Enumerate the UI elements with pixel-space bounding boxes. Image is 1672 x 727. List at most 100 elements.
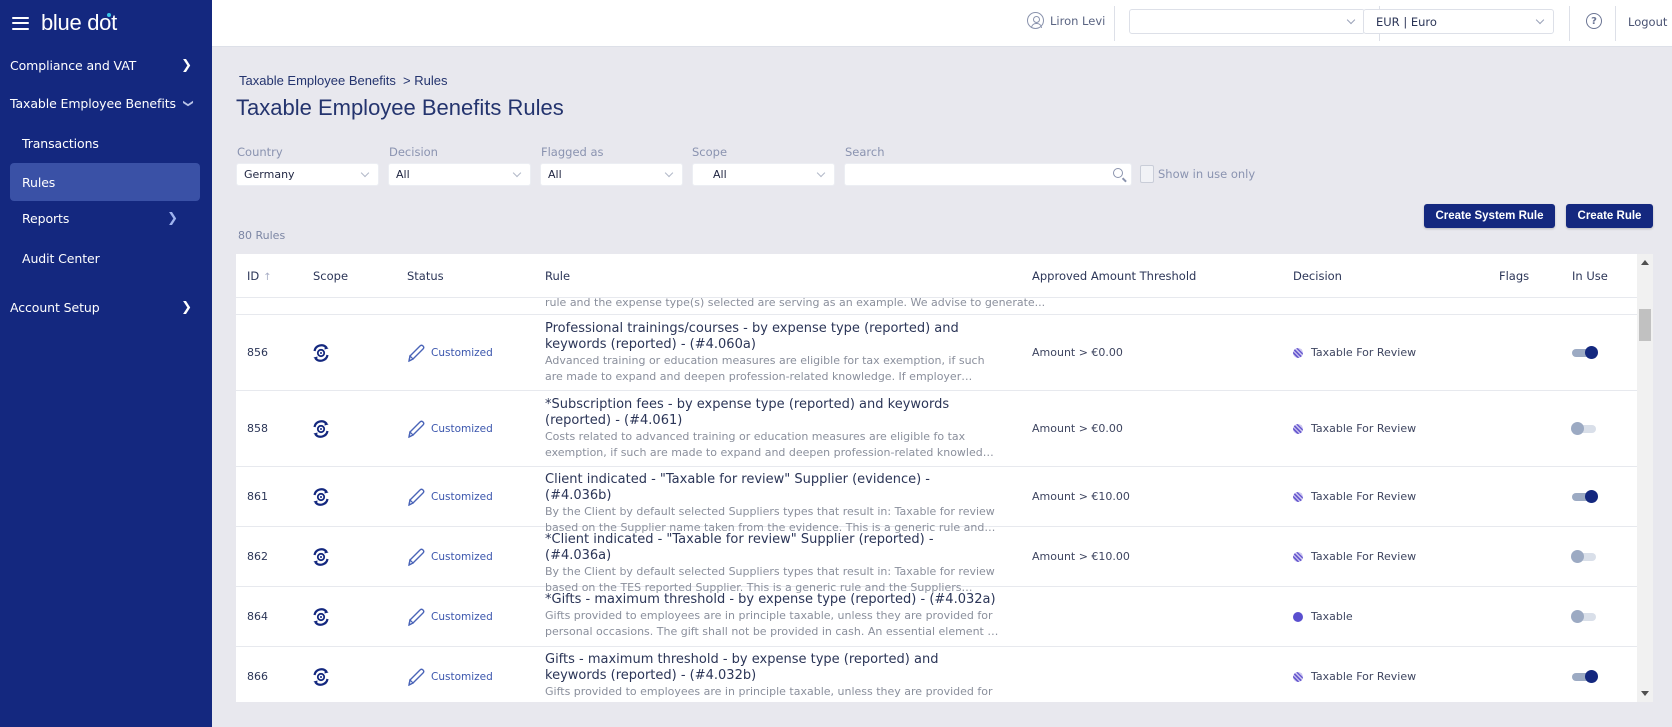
chevron-right-icon: ❯ (181, 299, 192, 315)
page-title: Taxable Employee Benefits Rules (236, 95, 564, 120)
decision-badge: Taxable For Review (1293, 346, 1416, 359)
scope-select[interactable]: All (692, 163, 835, 186)
column-header-decision[interactable]: Decision (1293, 269, 1342, 283)
column-header-threshold[interactable]: Approved Amount Threshold (1032, 269, 1196, 283)
checkbox-box[interactable] (1140, 165, 1154, 183)
logo[interactable]: blue dot (41, 10, 117, 36)
currency-select-value: EUR | Euro (1376, 14, 1437, 29)
brand: blue dot (12, 8, 117, 38)
sidebar-item-account-setup[interactable]: Account Setup ❯ (10, 288, 200, 326)
in-use-toggle[interactable] (1572, 490, 1598, 503)
entity-select[interactable] (1129, 9, 1365, 34)
create-system-rule-button[interactable]: Create System Rule (1424, 204, 1555, 228)
scroll-down-arrow-icon[interactable] (1641, 691, 1649, 696)
chevron-right-icon: ❯ (167, 210, 178, 226)
chevron-down-icon: ❯ (182, 98, 194, 108)
country-select-value: Germany (244, 168, 295, 181)
column-header-in-use[interactable]: In Use (1572, 269, 1608, 283)
search-icon[interactable] (1113, 168, 1123, 178)
table-row[interactable]: 858 Customized *Subscription fees - by exp… (236, 391, 1637, 467)
sidebar-item-compliance-vat[interactable]: Compliance and VAT ❯ (10, 46, 200, 84)
rule-cell[interactable]: *Gifts - maximum threshold - by expense … (545, 592, 1000, 640)
sidebar-item-label: Rules (22, 174, 56, 190)
rule-title[interactable]: Gifts - maximum threshold - by expense t… (545, 652, 1000, 684)
hamburger-menu-icon[interactable] (12, 16, 29, 30)
help-icon[interactable]: ? (1586, 13, 1602, 29)
in-use-toggle[interactable] (1571, 550, 1596, 563)
scope-label: Scope (692, 145, 728, 159)
chevron-down-icon (360, 168, 370, 178)
rule-title[interactable]: *Gifts - maximum threshold - by expense … (545, 592, 1000, 608)
decision-label: Taxable For Review (1311, 490, 1417, 503)
table-row[interactable]: 862 Customized *Client indicated - "Taxabl… (236, 527, 1637, 594)
in-use-toggle[interactable] (1572, 346, 1598, 359)
logout-link[interactable]: Logout (1628, 15, 1667, 29)
scroll-up-arrow-icon[interactable] (1641, 260, 1649, 265)
rule-id: 862 (247, 550, 268, 563)
status-badge: Customized (406, 607, 493, 627)
sidebar-item-audit-center[interactable]: Audit Center (10, 239, 200, 277)
in-use-cell (1572, 670, 1598, 683)
taxable-for-review-dot-icon (1293, 671, 1303, 682)
flagged-as-select[interactable]: All (540, 163, 683, 186)
column-header-scope[interactable]: Scope (313, 269, 348, 283)
sidebar-item-taxable-employee-benefits[interactable]: Taxable Employee Benefits ❯ (10, 84, 200, 122)
rule-title[interactable]: *Subscription fees - by expense type (re… (545, 397, 1000, 429)
column-header-id[interactable]: ID ↑ (247, 269, 272, 283)
table-row[interactable]: 864 Customized *Gifts - maximum threshold … (236, 587, 1637, 647)
rules-table: ID ↑ Scope Status Rule Approved Amount Th… (236, 254, 1637, 702)
table-row[interactable]: 866 Customized Gifts - maximum threshold -… (236, 647, 1637, 702)
in-use-toggle[interactable] (1571, 610, 1596, 623)
sidebar-item-reports[interactable]: Reports ❯ (10, 199, 200, 237)
rule-description: Gifts provided to employees are in princ… (545, 609, 998, 638)
column-header-flags[interactable]: Flags (1499, 269, 1529, 283)
breadcrumb-parent[interactable]: Taxable Employee Benefits (239, 73, 396, 88)
sidebar-item-label: Reports (22, 210, 70, 226)
scrollbar-thumb[interactable] (1639, 309, 1651, 341)
currency-select[interactable]: EUR | Euro (1363, 9, 1554, 34)
column-header-status[interactable]: Status (407, 269, 444, 283)
status-label: Customized (431, 551, 493, 563)
table-scrollbar[interactable] (1637, 254, 1653, 702)
rule-cell[interactable]: Professional trainings/courses - by expe… (545, 321, 1000, 385)
decision-badge: Taxable For Review (1293, 550, 1416, 563)
rule-description: Costs related to advanced training or ed… (545, 430, 1000, 459)
status-badge: Customized (406, 547, 493, 567)
table-row[interactable]: rule and the expense type(s) selected ar… (236, 296, 1637, 315)
column-header-rule[interactable]: Rule (545, 269, 570, 283)
topbar: Liron Levi EUR | Euro ? Logout (212, 0, 1672, 47)
show-in-use-only-checkbox[interactable]: Show in use only (1140, 165, 1255, 183)
system-scope-icon (311, 667, 331, 687)
rule-cell[interactable]: Gifts - maximum threshold - by expense t… (545, 652, 1000, 700)
in-use-toggle[interactable] (1571, 422, 1596, 435)
sidebar-item-transactions[interactable]: Transactions (10, 124, 200, 162)
taxable-for-review-dot-icon (1293, 423, 1303, 434)
decision-label: Taxable (1311, 610, 1353, 623)
in-use-cell (1572, 490, 1598, 503)
system-scope-icon (311, 487, 331, 507)
table-row[interactable]: 856 Customized Professional trainings/cour… (236, 315, 1637, 391)
user-profile[interactable]: Liron Levi (1027, 12, 1105, 29)
in-use-toggle[interactable] (1572, 670, 1598, 683)
status-label: Customized (431, 611, 493, 623)
divider (1114, 6, 1115, 41)
rule-title[interactable]: Professional trainings/courses - by expe… (545, 321, 1000, 353)
create-rule-button[interactable]: Create Rule (1566, 204, 1653, 228)
decision-select[interactable]: All (388, 163, 531, 186)
country-select[interactable]: Germany (236, 163, 379, 186)
rule-title[interactable]: *Client indicated - "Taxable for review"… (545, 532, 1000, 564)
search-input[interactable] (845, 165, 1095, 187)
system-scope-icon (311, 419, 331, 439)
table-header: ID ↑ Scope Status Rule Approved Amount Th… (236, 254, 1637, 298)
country-label: Country (237, 145, 283, 159)
status-label: Customized (431, 671, 493, 683)
sidebar-item-rules[interactable]: Rules (10, 163, 200, 201)
threshold-value: Amount > €0.00 (1032, 422, 1123, 435)
rule-cell[interactable]: *Subscription fees - by expense type (re… (545, 397, 1000, 461)
table-row[interactable]: 861 Customized Client indicated - "Taxable… (236, 467, 1637, 534)
in-use-cell (1571, 550, 1596, 563)
rule-title[interactable]: Client indicated - "Taxable for review" … (545, 472, 1000, 504)
threshold-value: Amount > €0.00 (1032, 346, 1123, 359)
in-use-cell (1571, 422, 1596, 435)
user-icon (1027, 12, 1044, 29)
